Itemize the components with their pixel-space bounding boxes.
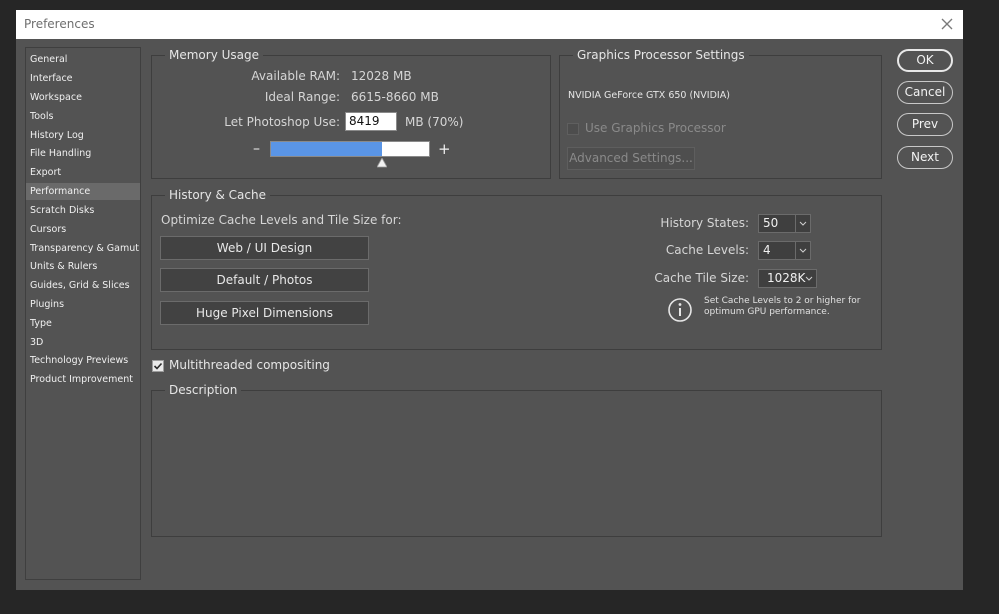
gpu-card-name: NVIDIA GeForce GTX 650 (NVIDIA) [568,90,730,101]
sidebar-item-type[interactable]: Type [26,315,140,332]
sidebar-item-transparency-gamut[interactable]: Transparency & Gamut [26,240,140,257]
advanced-settings-button[interactable]: Advanced Settings... [567,147,695,170]
available-ram-label: Available RAM: [251,69,340,83]
description-group [151,390,882,537]
optimize-cache-label: Optimize Cache Levels and Tile Size for: [161,213,402,227]
sidebar-item-3d[interactable]: 3D [26,334,140,351]
next-button[interactable]: Next [897,146,953,169]
sidebar-item-tools[interactable]: Tools [26,108,140,125]
memory-use-input[interactable]: 8419 [345,112,397,131]
preferences-dialog: Preferences General Interface Workspace … [16,10,963,590]
sidebar-item-export[interactable]: Export [26,164,140,181]
gpu-settings-title: Graphics Processor Settings [573,48,749,62]
sidebar-item-history-log[interactable]: History Log [26,127,140,144]
default-photos-button[interactable]: Default / Photos [160,268,369,292]
sidebar-item-plugins[interactable]: Plugins [26,296,140,313]
info-icon [668,298,692,322]
multithreaded-checkbox[interactable] [152,360,164,372]
memory-increase-button[interactable]: + [438,140,451,158]
description-title: Description [165,383,242,397]
use-gpu-label: Use Graphics Processor [585,121,726,135]
sidebar-item-cursors[interactable]: Cursors [26,221,140,238]
title-bar: Preferences [16,10,963,39]
memory-use-suffix: MB (70%) [405,115,464,129]
cache-levels-select[interactable]: 4 [758,241,811,260]
sidebar-item-interface[interactable]: Interface [26,70,140,87]
cancel-button[interactable]: Cancel [897,81,953,104]
info-text-line-1: Set Cache Levels to 2 or higher for [704,296,861,306]
multithreaded-label: Multithreaded compositing [169,358,330,372]
ideal-range-value: 6615-8660 MB [351,90,439,104]
huge-pixel-dimensions-button[interactable]: Huge Pixel Dimensions [160,301,369,325]
use-gpu-checkbox[interactable] [567,123,579,135]
sidebar-item-general[interactable]: General [26,51,140,68]
window-title: Preferences [24,17,95,31]
sidebar-item-performance[interactable]: Performance [26,183,140,200]
cache-tile-size-value: 1028K [767,271,806,285]
let-photoshop-use-label: Let Photoshop Use: [224,115,340,129]
memory-slider[interactable] [270,141,430,157]
ok-button[interactable]: OK [897,49,953,72]
chevron-down-icon [805,276,813,281]
sidebar-item-scratch-disks[interactable]: Scratch Disks [26,202,140,219]
cache-tile-size-label: Cache Tile Size: [654,271,749,285]
sidebar-item-technology-previews[interactable]: Technology Previews [26,352,140,369]
slider-thumb-icon[interactable] [377,158,387,168]
memory-usage-title: Memory Usage [165,48,264,62]
history-states-select[interactable]: 50 [758,214,811,233]
prev-button[interactable]: Prev [897,113,953,136]
ideal-range-label: Ideal Range: [264,90,340,104]
sidebar-item-guides-grid-slices[interactable]: Guides, Grid & Slices [26,277,140,294]
cache-tile-size-select[interactable]: 1028K [758,269,817,288]
close-icon[interactable] [937,14,957,34]
preferences-sidebar: General Interface Workspace Tools Histor… [25,47,141,580]
history-states-value: 50 [763,216,779,230]
sidebar-item-file-handling[interactable]: File Handling [26,145,140,162]
available-ram-value: 12028 MB [351,69,412,83]
chevron-down-icon [795,242,807,259]
history-states-label: History States: [660,216,749,230]
sidebar-item-product-improvement[interactable]: Product Improvement [26,371,140,388]
cache-levels-value: 4 [763,243,771,257]
history-cache-title: History & Cache [165,188,270,202]
info-text-line-2: optimum GPU performance. [704,307,830,317]
sidebar-item-workspace[interactable]: Workspace [26,89,140,106]
chevron-down-icon [795,215,807,232]
cache-levels-label: Cache Levels: [665,243,749,257]
memory-decrease-button[interactable]: – [253,141,260,157]
sidebar-item-units-rulers[interactable]: Units & Rulers [26,258,140,275]
memory-slider-fill [271,142,382,156]
web-ui-design-button[interactable]: Web / UI Design [160,236,369,260]
